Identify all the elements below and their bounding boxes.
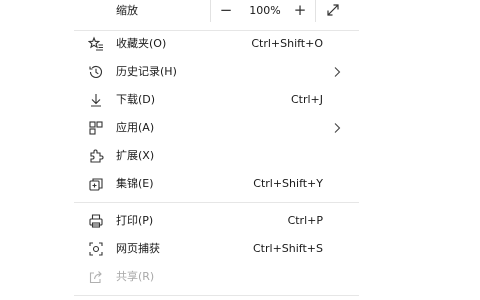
chevron-right-icon — [332, 122, 342, 134]
browser-settings-menu: 缩放 − 100% + 收藏夹(O) Ctrl+Shift+O 历史记录(H) … — [74, 0, 359, 300]
menu-divider — [74, 202, 359, 203]
menu-item-shortcut: Ctrl+P — [287, 214, 323, 227]
menu-item-print[interactable]: 打印(P) Ctrl+P — [74, 207, 359, 235]
menu-item-label: 打印(P) — [116, 214, 154, 227]
menu-item-label: 集锦(E) — [116, 177, 154, 190]
menu-item-label: 历史记录(H) — [116, 65, 177, 78]
menu-item-favorites[interactable]: 收藏夹(O) Ctrl+Shift+O — [74, 30, 359, 58]
menu-divider — [74, 295, 359, 296]
menu-item-label: 应用(A) — [116, 121, 155, 134]
download-icon — [88, 92, 104, 108]
favorites-icon — [88, 36, 104, 52]
menu-item-label: 下载(D) — [116, 93, 156, 106]
menu-item-label: 网页捕获 — [116, 242, 160, 255]
menu-item-shortcut: Ctrl+Shift+Y — [253, 177, 323, 190]
zoom-out-button[interactable]: − — [217, 2, 235, 20]
zoom-controls: − 100% + — [210, 0, 316, 22]
print-icon — [88, 213, 104, 229]
zoom-in-button[interactable]: + — [291, 2, 309, 20]
menu-item-collections[interactable]: 集锦(E) Ctrl+Shift+Y — [74, 170, 359, 198]
zoom-label: 缩放 — [116, 4, 138, 17]
share-icon — [88, 269, 104, 285]
chevron-right-icon — [332, 66, 342, 78]
zoom-row: 缩放 − 100% + — [74, 0, 359, 28]
menu-item-apps[interactable]: 应用(A) — [74, 114, 359, 142]
menu-item-label: 扩展(X) — [116, 149, 155, 162]
menu-item-share: 共享(R) — [74, 263, 359, 291]
menu-item-history[interactable]: 历史记录(H) — [74, 58, 359, 86]
menu-item-label: 收藏夹(O) — [116, 37, 167, 50]
collections-icon — [88, 176, 104, 192]
menu-item-downloads[interactable]: 下载(D) Ctrl+J — [74, 86, 359, 114]
web-capture-icon — [88, 241, 104, 257]
fullscreen-icon[interactable] — [325, 2, 341, 18]
menu-item-shortcut: Ctrl+Shift+S — [253, 242, 323, 255]
extensions-icon — [88, 148, 104, 164]
history-icon — [88, 64, 104, 80]
menu-item-label: 共享(R) — [116, 270, 155, 283]
menu-item-extensions[interactable]: 扩展(X) — [74, 142, 359, 170]
menu-item-shortcut: Ctrl+Shift+O — [251, 37, 323, 50]
menu-item-web-capture[interactable]: 网页捕获 Ctrl+Shift+S — [74, 235, 359, 263]
zoom-level-value: 100% — [249, 4, 281, 17]
apps-icon — [88, 120, 104, 136]
menu-item-shortcut: Ctrl+J — [290, 93, 323, 106]
